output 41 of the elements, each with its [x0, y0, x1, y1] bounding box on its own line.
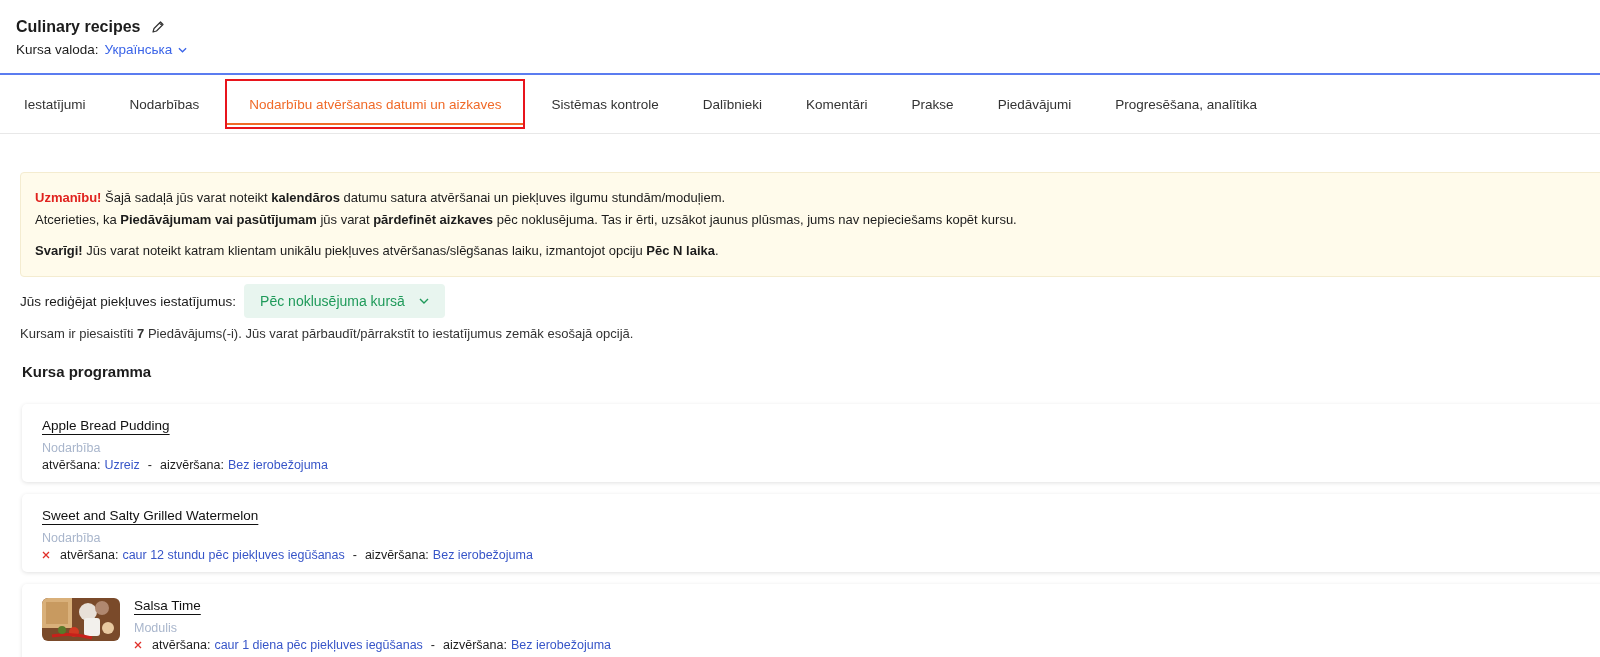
- notice-text: Uzmanību! Šajā sadaļā jūs varat noteikt kalendāros datumu satura atvēršanai un piekļuves ilgumu stundām/moduļiem.: [35, 189, 727, 207]
- opening-link[interactable]: caur 1 diena pēc piekļuves iegūšanas: [214, 638, 423, 652]
- pencil-icon[interactable]: [150, 20, 165, 34]
- access-label: Jūs rediģējat piekļuves iestatījumus:: [20, 293, 237, 309]
- separator: -: [430, 638, 436, 652]
- opening-label: atvēršana:: [60, 548, 119, 562]
- tab[interactable]: Prakse: [889, 75, 976, 133]
- closing-label: aizvēršana:: [364, 548, 429, 562]
- notice-text: Svarīgi! Jūs varat noteikt katram klientam unikālu piekļuves atvēršanas/slēgšanas laiku, izmantojot opciju Pēc N laika.: [35, 242, 720, 260]
- opening-link[interactable]: caur 12 stundu pēc piekļuves iegūšanas: [122, 548, 345, 562]
- tab[interactable]: Iestatījumi: [2, 75, 108, 133]
- language-dropdown[interactable]: Українська: [104, 42, 188, 57]
- caret-icon: [418, 298, 429, 304]
- lesson-title-link[interactable]: Sweet and Salty Grilled Watermelon: [42, 508, 259, 523]
- closing-link[interactable]: Bez ierobežojuma: [432, 548, 533, 562]
- tab[interactable]: Piedāvājumi: [975, 75, 1094, 133]
- caret-icon: [178, 46, 188, 53]
- opening-label: atvēršana:: [42, 458, 101, 472]
- course-title: Culinary recipes: [16, 18, 141, 36]
- notice-text: Atcerieties, ka Piedāvājumam vai pasūtījumam jūs varat pārdefinēt aizkaves pēc noklusējuma. Tas ir ērti, uzsākot jaunus plūsmas, jums nav nepieciešams kopēt kursu.: [35, 211, 1018, 229]
- closing-label: aizvēršana:: [443, 638, 507, 652]
- closing-link[interactable]: Bez ierobežojuma: [227, 458, 328, 472]
- opening-label: atvēršana:: [152, 638, 211, 652]
- tab[interactable]: Sistēmas kontrole: [529, 75, 681, 133]
- closing-link[interactable]: Bez ierobežojuma: [510, 638, 612, 652]
- language-label: Kursa valoda:: [16, 42, 99, 57]
- tab[interactable]: Dalībnieki: [680, 75, 785, 133]
- lesson-type: Modulis: [134, 621, 179, 635]
- separator: -: [147, 458, 152, 472]
- separator: -: [352, 548, 357, 562]
- lesson-type: Nodarbība: [42, 441, 102, 455]
- offers-note: Kursam ir piesaistīti 7 Piedāvājums(-i). Jūs varat pārbaudīt/pārrakstīt to iestatījumus zemāk esošajā opcijā.: [20, 326, 635, 341]
- lesson-title-link[interactable]: Salsa Time: [134, 598, 201, 613]
- opening-link[interactable]: Uzreiz: [104, 458, 140, 472]
- tab[interactable]: Komentāri: [784, 75, 890, 133]
- closing-label: aizvēršana:: [159, 458, 224, 472]
- lesson-type: Nodarbība: [42, 531, 102, 545]
- tab[interactable]: Progresēšana, analītika: [1093, 75, 1279, 133]
- lesson-title-link[interactable]: Apple Bread Pudding: [42, 418, 170, 433]
- tab[interactable]: Nodarbības: [107, 75, 222, 133]
- section-title: Kursa programma: [22, 363, 153, 380]
